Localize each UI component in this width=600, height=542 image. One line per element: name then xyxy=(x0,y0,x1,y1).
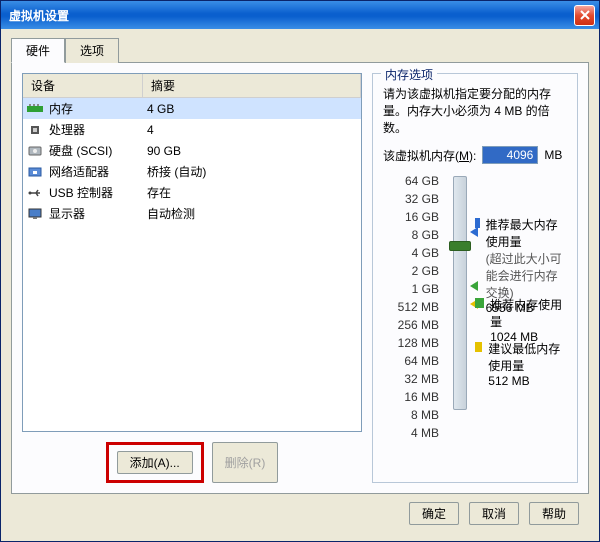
device-summary: 4 GB xyxy=(147,102,357,116)
highlight-box: 添加(A)... xyxy=(106,442,204,483)
device-summary: 自动检测 xyxy=(147,205,357,222)
list-item-cpu[interactable]: 处理器 4 xyxy=(23,119,361,140)
slider-thumb-icon[interactable] xyxy=(449,241,471,251)
ram-icon xyxy=(27,101,43,117)
memory-input[interactable] xyxy=(482,146,538,164)
nic-icon xyxy=(27,164,43,180)
remove-button-label: 删除(R) xyxy=(225,456,266,470)
add-button-label: 添加(A)... xyxy=(130,456,180,470)
detail-column: 内存选项 请为该虚拟机指定要分配的内存量。内存大小必须为 4 MB 的倍数。 该… xyxy=(372,73,578,483)
hint-max-title: 推荐最大内存使用量 xyxy=(486,216,567,250)
cancel-button[interactable]: 取消 xyxy=(469,502,519,525)
list-item-nic[interactable]: 网络适配器 桥接 (自动) xyxy=(23,161,361,182)
hdd-icon xyxy=(27,143,43,159)
memory-slider[interactable] xyxy=(453,176,467,410)
device-summary: 4 xyxy=(147,123,357,137)
memory-slider-area: 64 GB 32 GB 16 GB 8 GB 4 GB 2 GB 1 GB 51… xyxy=(383,172,567,442)
list-item-hdd[interactable]: 硬盘 (SCSI) 90 GB xyxy=(23,140,361,161)
header-summary[interactable]: 摘要 xyxy=(143,74,361,97)
usb-icon xyxy=(27,185,43,201)
hint-rec-title: 推荐内存使用量 xyxy=(490,296,567,330)
titlebar: 虚拟机设置 xyxy=(1,1,599,29)
list-buttons: 添加(A)... 删除(R) xyxy=(22,432,362,483)
device-label: 显示器 xyxy=(49,205,147,222)
window-title: 虚拟机设置 xyxy=(9,7,69,24)
swatch-green-icon xyxy=(475,298,484,308)
help-button[interactable]: 帮助 xyxy=(529,502,579,525)
add-button[interactable]: 添加(A)... xyxy=(117,451,193,474)
list-header: 设备 摘要 xyxy=(23,74,361,98)
device-label: 网络适配器 xyxy=(49,163,147,180)
header-device[interactable]: 设备 xyxy=(23,74,143,97)
tab-hardware[interactable]: 硬件 xyxy=(11,38,65,63)
groupbox-legend: 内存选项 xyxy=(381,66,437,83)
device-summary: 存在 xyxy=(147,184,357,201)
memory-groupbox: 内存选项 请为该虚拟机指定要分配的内存量。内存大小必须为 4 MB 的倍数。 该… xyxy=(372,73,578,483)
remove-button: 删除(R) xyxy=(212,442,279,483)
memory-input-row: 该虚拟机内存(M): MB xyxy=(383,146,567,164)
device-summary: 90 GB xyxy=(147,144,357,158)
cpu-icon xyxy=(27,122,43,138)
tabstrip: 硬件 选项 xyxy=(11,37,589,62)
swatch-yellow-icon xyxy=(475,342,482,352)
close-icon xyxy=(580,10,590,20)
swatch-blue-icon xyxy=(475,218,480,228)
list-item-display[interactable]: 显示器 自动检测 xyxy=(23,203,361,224)
device-list: 设备 摘要 内存 4 GB 处理器 4 xyxy=(22,73,362,432)
list-body: 内存 4 GB 处理器 4 硬盘 (SCSI) 90 GB xyxy=(23,98,361,431)
slider-hints: 推荐最大内存使用量 (超过此大小可能会进行内存交换) 6556 MB 推荐内存使… xyxy=(475,172,567,442)
memory-description: 请为该虚拟机指定要分配的内存量。内存大小必须为 4 MB 的倍数。 xyxy=(383,86,567,136)
list-item-usb[interactable]: USB 控制器 存在 xyxy=(23,182,361,203)
dialog-footer: 确定 取消 帮助 xyxy=(11,494,589,533)
hint-min-val: 512 MB xyxy=(488,374,567,388)
close-button[interactable] xyxy=(574,5,595,26)
list-item-memory[interactable]: 内存 4 GB xyxy=(23,98,361,119)
memory-unit: MB xyxy=(544,148,562,162)
memory-label: 该虚拟机内存(M): xyxy=(383,147,476,164)
hardware-panel: 设备 摘要 内存 4 GB 处理器 4 xyxy=(11,62,589,494)
slider-ticks: 64 GB 32 GB 16 GB 8 GB 4 GB 2 GB 1 GB 51… xyxy=(383,172,445,442)
device-label: 处理器 xyxy=(49,121,147,138)
monitor-icon xyxy=(27,206,43,222)
device-summary: 桥接 (自动) xyxy=(147,163,357,180)
device-label: 内存 xyxy=(49,100,147,117)
device-column: 设备 摘要 内存 4 GB 处理器 4 xyxy=(22,73,362,483)
ok-button[interactable]: 确定 xyxy=(409,502,459,525)
dialog-window: 虚拟机设置 硬件 选项 设备 摘要 内存 xyxy=(0,0,600,542)
tab-options[interactable]: 选项 xyxy=(65,38,119,63)
content-area: 硬件 选项 设备 摘要 内存 4 GB xyxy=(1,29,599,541)
hint-max-sub: (超过此大小可能会进行内存交换) xyxy=(486,250,567,301)
device-label: USB 控制器 xyxy=(49,184,147,201)
hint-min-title: 建议最低内存使用量 xyxy=(488,340,567,374)
device-label: 硬盘 (SCSI) xyxy=(49,142,147,159)
